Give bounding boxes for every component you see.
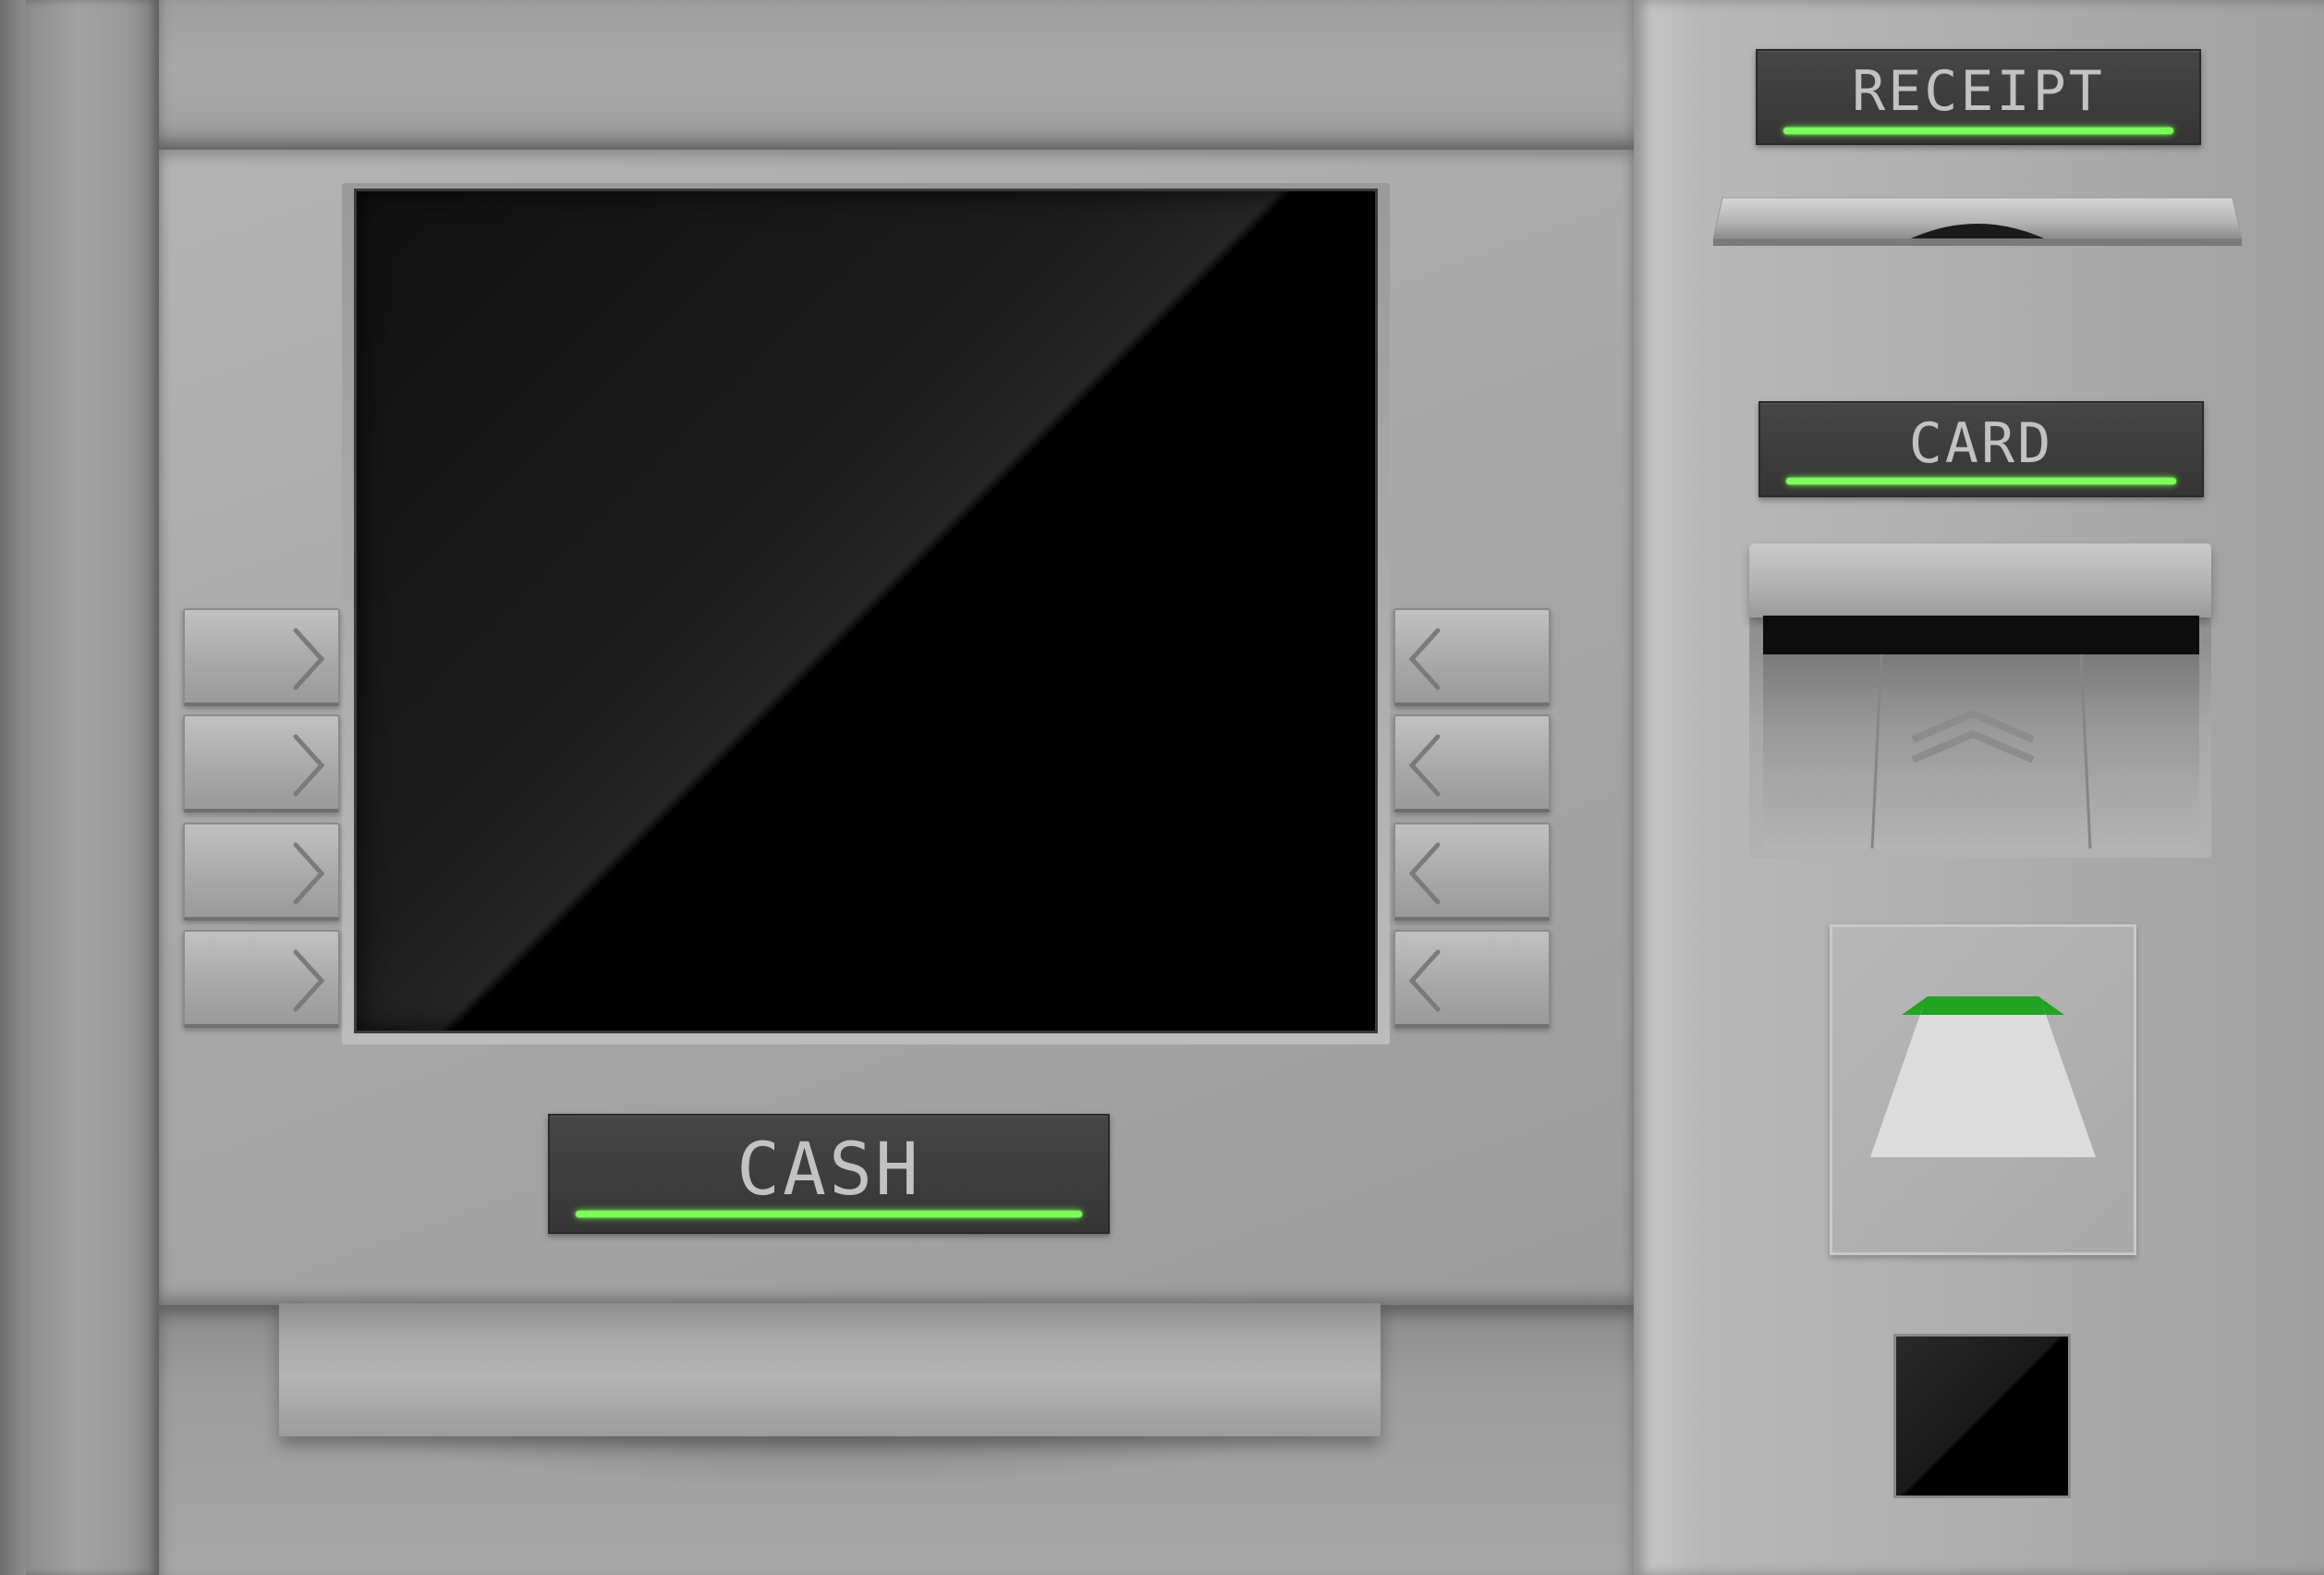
card-reader-lip [1749, 543, 2211, 617]
cash-label-text: CASH [736, 1129, 921, 1212]
side-key-left-2[interactable] [183, 714, 340, 812]
atm-display-screen[interactable] [354, 189, 1378, 1033]
receipt-indicator-light [1783, 128, 2173, 134]
card-label-text: CARD [1908, 411, 2054, 476]
card-slot[interactable] [1763, 616, 2199, 654]
chevron-left-icon [1408, 949, 1441, 1012]
cash-label: CASH [548, 1114, 1110, 1234]
chevron-left-icon [1408, 842, 1441, 905]
receipt-label-text: RECEIPT [1852, 59, 2105, 124]
card-indicator-light [1786, 478, 2176, 484]
receipt-label: RECEIPT [1756, 49, 2201, 145]
double-chevron-up-icon [1911, 710, 2035, 763]
side-key-right-2[interactable] [1393, 714, 1551, 812]
cash-indicator-light [576, 1211, 1082, 1217]
cash-dispenser-slot[interactable] [279, 1303, 1381, 1436]
chevron-right-icon [293, 842, 325, 905]
machine-left-edge [0, 0, 26, 1575]
receipt-slot[interactable] [1710, 190, 2245, 251]
security-camera-window [1893, 1334, 2071, 1498]
side-key-right-4[interactable] [1393, 930, 1551, 1028]
side-key-left-1[interactable] [183, 608, 340, 706]
card-label: CARD [1758, 401, 2204, 497]
side-key-left-4[interactable] [183, 930, 340, 1028]
machine-top-header [159, 0, 1634, 150]
deposit-tray-icon [1870, 996, 2096, 1157]
chevron-left-icon [1408, 628, 1441, 690]
machine-left-pillar [26, 0, 159, 1575]
chevron-right-icon [293, 734, 325, 797]
chevron-right-icon [293, 949, 325, 1012]
side-key-right-3[interactable] [1393, 823, 1551, 921]
side-key-right-1[interactable] [1393, 608, 1551, 706]
chevron-left-icon [1408, 734, 1441, 797]
side-key-left-3[interactable] [183, 823, 340, 921]
chevron-right-icon [293, 628, 325, 690]
